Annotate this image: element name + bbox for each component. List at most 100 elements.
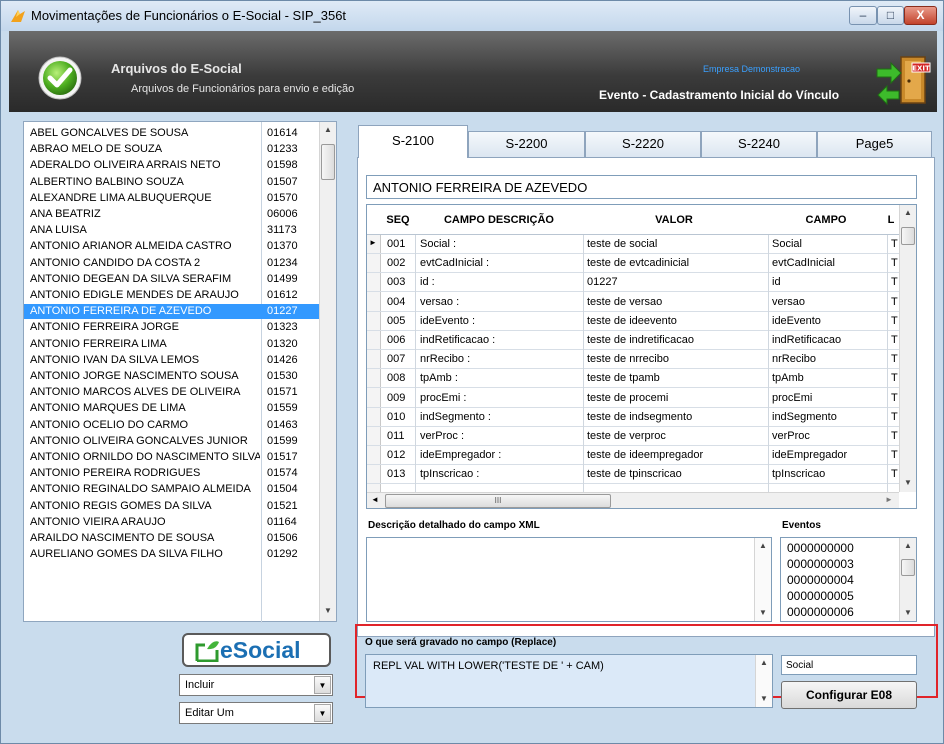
memo-scrollbar[interactable]: ▲ ▼ bbox=[754, 538, 771, 621]
employee-list-item[interactable]: ABRAO MELO DE SOUZA 01233 bbox=[24, 142, 320, 157]
employee-list-item[interactable]: ALEXANDRE LIMA ALBUQUERQUE 01570 bbox=[24, 191, 320, 206]
replace-expression-field[interactable]: REPL VAL WITH LOWER('TESTE DE ' + CAM) ▲… bbox=[365, 654, 773, 708]
scroll-down-icon[interactable]: ▼ bbox=[756, 691, 772, 707]
fields-grid[interactable]: SEQ CAMPO DESCRIÇÃO VALOR CAMPO L ► 001 So… bbox=[366, 204, 917, 509]
scroll-thumb[interactable] bbox=[321, 144, 335, 180]
employee-list-item[interactable]: ANTONIO ORNILDO DO NASCIMENTO SILVA 01517 bbox=[24, 450, 320, 465]
employee-list-item[interactable]: ANTONIO MARCOS ALVES DE OLIVEIRA 01571 bbox=[24, 385, 320, 400]
tab-s2200[interactable]: S-2200 bbox=[468, 131, 585, 157]
event-item[interactable]: 0000000005 bbox=[787, 589, 854, 603]
scroll-thumb[interactable]: III bbox=[385, 494, 611, 508]
employee-list-item[interactable]: ANTONIO EDIGLE MENDES DE ARAUJO 01612 bbox=[24, 288, 320, 303]
employee-list-item[interactable]: ANTONIO FERREIRA DE AZEVEDO 01227 bbox=[24, 304, 320, 320]
employee-list-item[interactable]: ANTONIO REGINALDO SAMPAIO ALMEIDA 01504 bbox=[24, 482, 320, 497]
scroll-thumb[interactable] bbox=[901, 559, 915, 576]
employee-list-item[interactable]: ANTONIO MARQUES DE LIMA 01559 bbox=[24, 401, 320, 416]
descricao-memo[interactable]: ▲ ▼ bbox=[366, 537, 772, 622]
exit-door-icon[interactable]: EXIT bbox=[875, 53, 933, 107]
employee-list-item[interactable]: ANTONIO FERREIRA LIMA 01320 bbox=[24, 337, 320, 352]
table-row[interactable]: 010 indSegmento : teste de indsegmento indS… bbox=[367, 408, 899, 427]
eventos-scrollbar[interactable]: ▲ ▼ bbox=[899, 538, 916, 621]
employee-list-item[interactable]: ANTONIO OCELIO DO CARMO 01463 bbox=[24, 418, 320, 433]
tab-s2100[interactable]: S-2100 bbox=[358, 125, 468, 158]
table-row[interactable]: 013 tpInscricao : teste de tpinscricao tpIn… bbox=[367, 465, 899, 485]
table-row[interactable]: 006 indRetificacao : teste de indretificac… bbox=[367, 331, 899, 350]
scroll-down-icon[interactable]: ▼ bbox=[755, 605, 771, 621]
grid-horizontal-scrollbar[interactable]: ◄ III ► bbox=[367, 492, 899, 508]
scroll-down-icon[interactable]: ▼ bbox=[320, 603, 336, 619]
employee-list-item[interactable]: ADERALDO OLIVEIRA ARRAIS NETO 01598 bbox=[24, 158, 320, 173]
table-row[interactable]: 009 procEmi : teste de procemi procEmi T bbox=[367, 389, 899, 408]
scroll-up-icon[interactable]: ▲ bbox=[755, 538, 771, 554]
employee-list-item[interactable]: ANTONIO FERREIRA JORGE 01323 bbox=[24, 320, 320, 335]
employee-list-item[interactable]: ANA LUISA 31173 bbox=[24, 223, 320, 238]
chevron-down-icon[interactable]: ▼ bbox=[314, 704, 331, 722]
employee-list-item[interactable]: ANTONIO CANDIDO DA COSTA 2 01234 bbox=[24, 256, 320, 271]
scroll-right-icon[interactable]: ► bbox=[885, 495, 893, 504]
table-row[interactable]: 011 verProc : teste de verproc verProc T bbox=[367, 427, 899, 446]
column-header-seq[interactable]: SEQ bbox=[383, 214, 413, 226]
employee-list[interactable]: ABEL GONCALVES DE SOUSA 01614 ABRAO MELO D… bbox=[23, 121, 337, 623]
event-item[interactable]: 0000000004 bbox=[787, 573, 854, 587]
table-row[interactable]: 005 ideEvento : teste de ideevento ideEvent… bbox=[367, 312, 899, 331]
table-row[interactable]: 008 tpAmb : teste de tpamb tpAmb T bbox=[367, 369, 899, 389]
employee-list-item[interactable]: ABEL GONCALVES DE SOUSA 01614 bbox=[24, 126, 320, 141]
action-select[interactable]: Incluir ▼ bbox=[179, 674, 333, 696]
scroll-down-icon[interactable]: ▼ bbox=[900, 475, 916, 491]
campo-field[interactable]: Social bbox=[781, 655, 917, 675]
employee-name-field[interactable]: ANTONIO FERREIRA DE AZEVEDO bbox=[366, 175, 917, 199]
tab-s2220[interactable]: S-2220 bbox=[585, 131, 701, 157]
event-item[interactable]: 0000000006 bbox=[787, 605, 854, 619]
minimize-button[interactable]: – bbox=[849, 6, 877, 25]
employee-code: 01559 bbox=[267, 402, 298, 415]
column-divider bbox=[887, 235, 888, 492]
cell-extra: T bbox=[891, 353, 898, 366]
chevron-down-icon[interactable]: ▼ bbox=[314, 676, 331, 694]
scroll-down-icon[interactable]: ▼ bbox=[900, 605, 916, 621]
employee-list-item[interactable]: ANTONIO REGIS GOMES DA SILVA 01521 bbox=[24, 499, 320, 514]
eventos-list[interactable]: 0000000000 0000000003 0000000004 0000000005… bbox=[780, 537, 917, 622]
employee-list-scrollbar[interactable]: ▲ ▼ bbox=[319, 122, 336, 621]
cell-seq: 002 bbox=[387, 257, 406, 270]
grid-vertical-scrollbar[interactable]: ▲ ▼ bbox=[899, 205, 916, 492]
cell-desc: verProc : bbox=[420, 430, 465, 442]
column-header-descricao[interactable]: CAMPO DESCRIÇÃO bbox=[419, 214, 579, 226]
table-row[interactable]: 003 id : 01227 id T bbox=[367, 273, 899, 293]
table-row[interactable]: 007 nrRecibo : teste de nrrecibo nrRecibo T bbox=[367, 350, 899, 370]
scroll-up-icon[interactable]: ▲ bbox=[756, 655, 772, 671]
employee-list-item[interactable]: ANTONIO VIEIRA ARAUJO 01164 bbox=[24, 515, 320, 530]
maximize-button[interactable]: □ bbox=[877, 6, 904, 25]
scroll-up-icon[interactable]: ▲ bbox=[320, 122, 336, 138]
scroll-thumb[interactable] bbox=[901, 227, 915, 245]
tab-s2240[interactable]: S-2240 bbox=[701, 131, 817, 157]
close-button[interactable]: X bbox=[904, 6, 937, 25]
employee-list-item[interactable]: ANTONIO DEGEAN DA SILVA SERAFIM 01499 bbox=[24, 272, 320, 287]
replace-scrollbar[interactable]: ▲ ▼ bbox=[755, 655, 772, 707]
event-item[interactable]: 0000000000 bbox=[787, 541, 854, 555]
employee-list-item[interactable]: ALBERTINO BALBINO SOUZA 01507 bbox=[24, 175, 320, 190]
scroll-left-icon[interactable]: ◄ bbox=[371, 495, 379, 504]
table-row[interactable]: 002 evtCadInicial : teste de evtcadinicial… bbox=[367, 254, 899, 274]
column-header-campo[interactable]: CAMPO bbox=[770, 214, 882, 226]
employee-list-item[interactable]: AURELIANO GOMES DA SILVA FILHO 01292 bbox=[24, 547, 320, 562]
employee-list-item[interactable]: ANTONIO OLIVEIRA GONCALVES JUNIOR 01599 bbox=[24, 434, 320, 449]
table-row[interactable]: 004 versao : teste de versao versao T bbox=[367, 293, 899, 312]
edit-mode-select[interactable]: Editar Um ▼ bbox=[179, 702, 333, 724]
column-header-valor[interactable]: VALOR bbox=[584, 214, 764, 226]
table-row[interactable]: 012 ideEmpregador : teste de ideempregador… bbox=[367, 446, 899, 466]
employee-list-item[interactable]: ANTONIO JORGE NASCIMENTO SOUSA 01530 bbox=[24, 369, 320, 384]
employee-list-item[interactable]: ANTONIO PEREIRA RODRIGUES 01574 bbox=[24, 466, 320, 481]
employee-list-item[interactable]: ANTONIO IVAN DA SILVA LEMOS 01426 bbox=[24, 353, 320, 368]
column-header-extra[interactable]: L bbox=[884, 214, 898, 226]
cell-extra: T bbox=[891, 314, 898, 327]
tab-page5[interactable]: Page5 bbox=[817, 131, 932, 157]
event-item[interactable]: 0000000003 bbox=[787, 557, 854, 571]
scroll-up-icon[interactable]: ▲ bbox=[900, 538, 916, 554]
table-row[interactable]: ► 001 Social : teste de social Social T bbox=[367, 235, 899, 254]
scroll-up-icon[interactable]: ▲ bbox=[900, 205, 916, 221]
cell-extra: T bbox=[891, 410, 898, 423]
configurar-button[interactable]: Configurar E08 bbox=[781, 681, 917, 709]
employee-list-item[interactable]: ANTONIO ARIANOR ALMEIDA CASTRO 01370 bbox=[24, 239, 320, 254]
employee-list-item[interactable]: ANA BEATRIZ 06006 bbox=[24, 207, 320, 222]
employee-list-item[interactable]: ARAILDO NASCIMENTO DE SOUSA 01506 bbox=[24, 531, 320, 546]
